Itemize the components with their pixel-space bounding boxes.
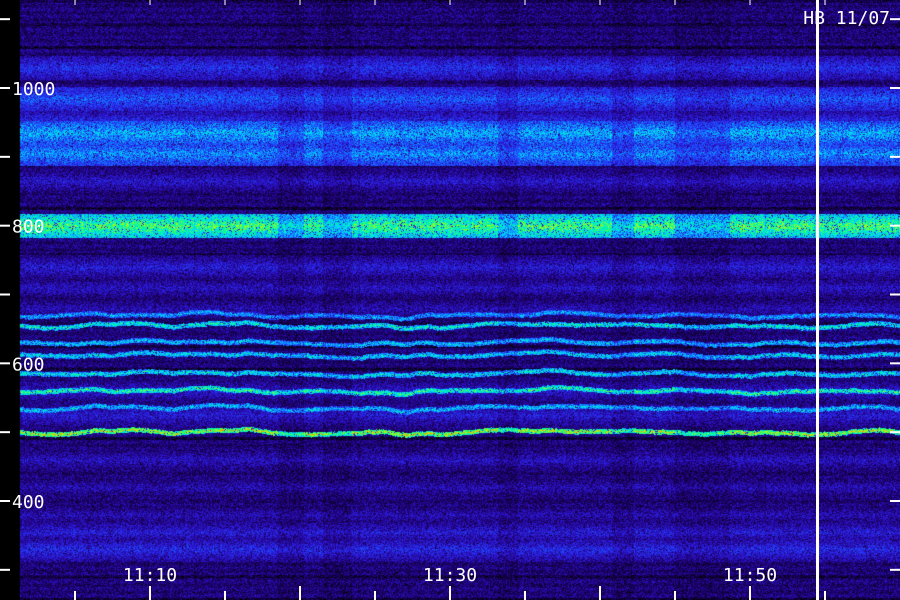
x-tick-labels: 11:10 11:30 11:50: [123, 565, 777, 586]
y-tick-labels: 1000 800 600 400: [12, 79, 55, 513]
x-tick-label: 11:10: [123, 565, 177, 586]
y-ticks-right: [890, 18, 900, 571]
y-tick-label: 1000: [12, 79, 55, 100]
x-tick-label: 11:50: [723, 565, 777, 586]
axes-overlay: 1000 800 600 400 11:10 11:30 11:50 HB 11/07: [0, 0, 900, 600]
x-ticks: [74, 0, 826, 600]
x-tick-label: 11:30: [423, 565, 477, 586]
y-tick-label: 600: [12, 354, 45, 375]
chart-title: HB 11/07: [803, 8, 890, 29]
y-tick-label: 800: [12, 217, 45, 238]
y-tick-label: 400: [12, 492, 45, 513]
y-ticks-left: [0, 18, 10, 571]
